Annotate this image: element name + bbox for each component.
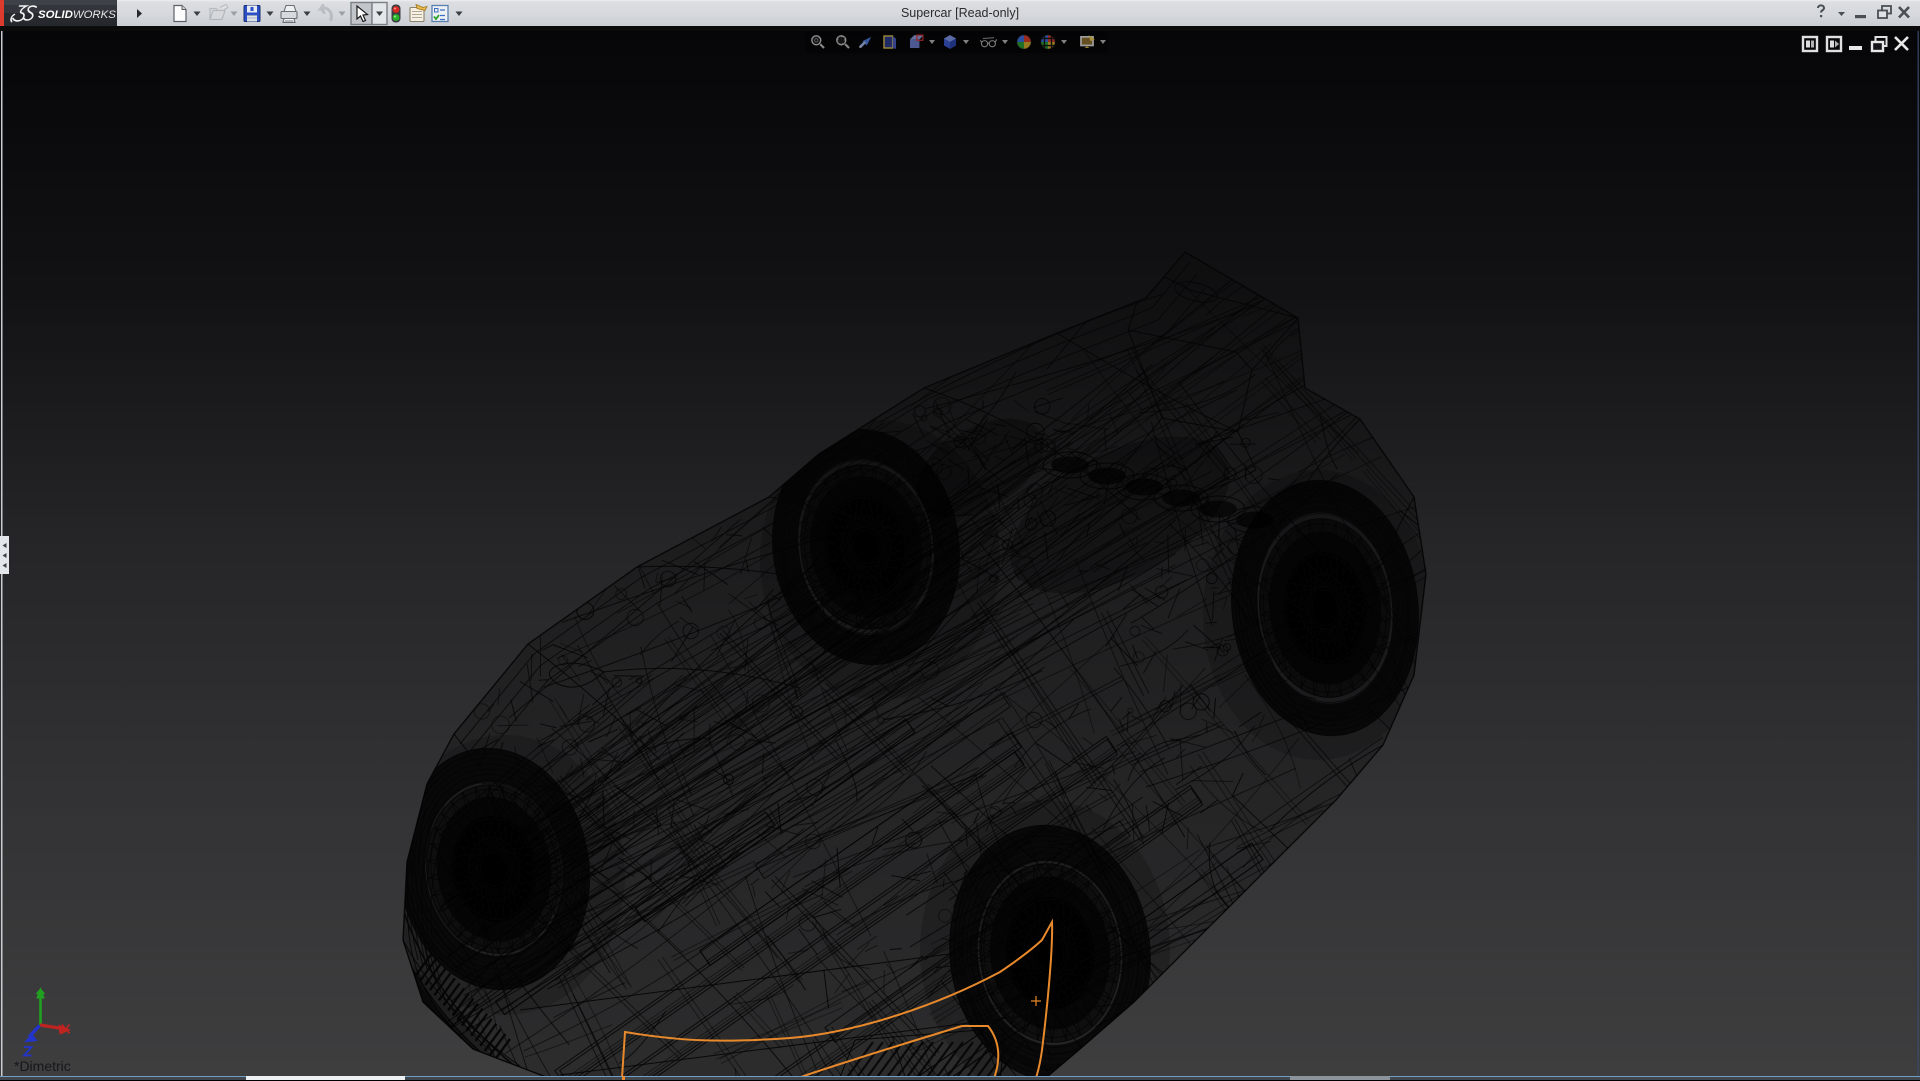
- svg-text:*Dimetric: *Dimetric: [14, 1058, 71, 1074]
